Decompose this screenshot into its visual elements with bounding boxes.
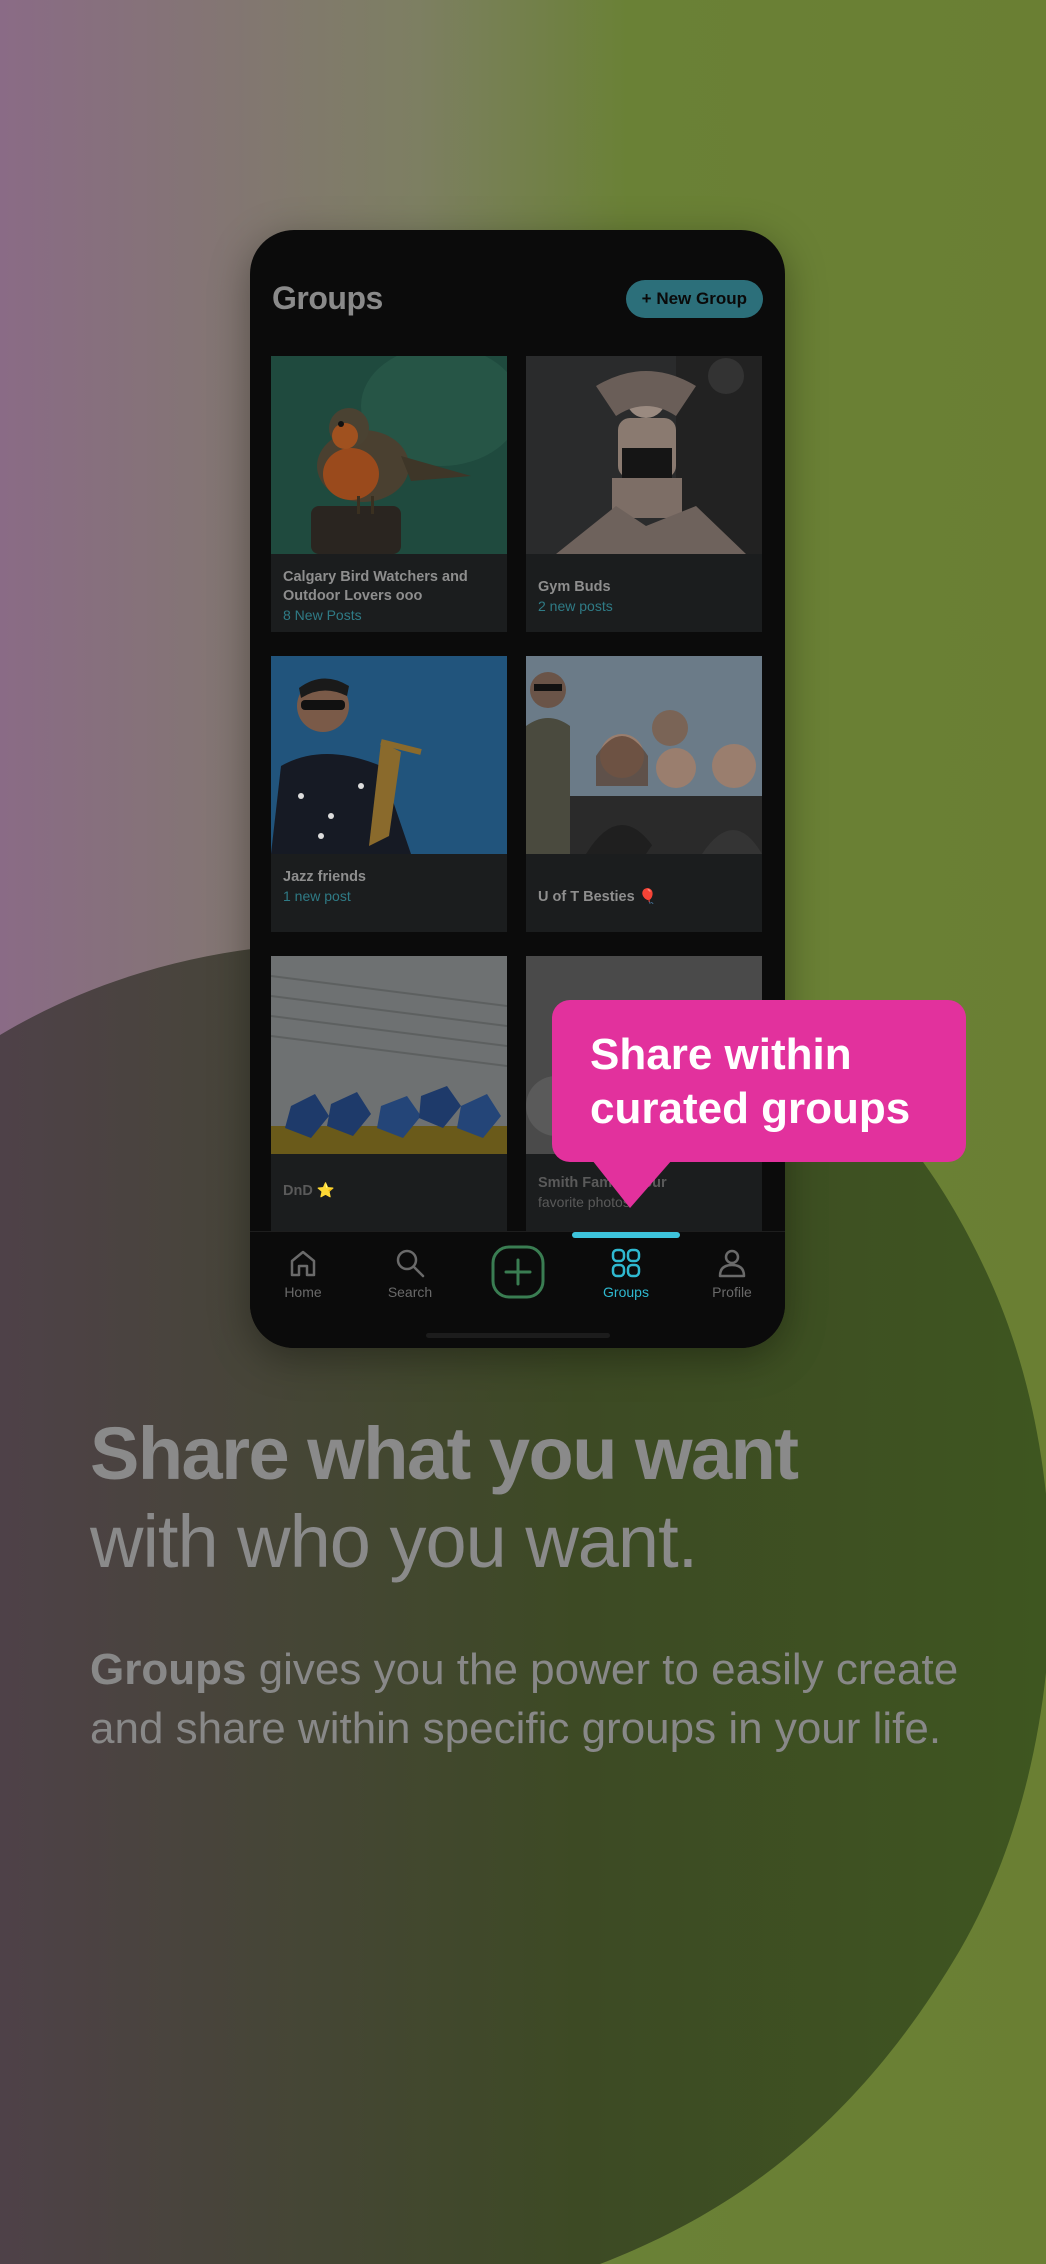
create-post-button[interactable] xyxy=(473,1244,563,1300)
group-name: Calgary Bird Watchers and Outdoor Lovers… xyxy=(283,569,468,604)
tab-search[interactable]: Search xyxy=(365,1246,455,1300)
profile-icon xyxy=(718,1249,746,1278)
tab-profile[interactable]: Profile xyxy=(687,1246,777,1300)
saxophone-player-photo xyxy=(271,656,507,854)
phone-mockup: Groups + New Group Calgary Bird Watchers… xyxy=(250,230,785,1348)
callout-tail xyxy=(592,1160,672,1208)
tab-label: Home xyxy=(284,1284,322,1300)
grid-icon xyxy=(611,1248,641,1278)
callout-bubble: Share within curated groups xyxy=(552,1000,966,1162)
gym-athlete-photo xyxy=(526,356,762,554)
tab-label: Profile xyxy=(712,1284,752,1300)
headline: Share what you want with who you want. xyxy=(90,1410,799,1586)
group-name: U of T Besties 🎈 xyxy=(538,889,657,905)
tab-home[interactable]: Home xyxy=(258,1246,348,1300)
active-tab-indicator xyxy=(572,1232,680,1238)
group-name: Jazz friends xyxy=(283,869,366,885)
home-indicator xyxy=(426,1333,610,1338)
group-post-count: 1 new post xyxy=(283,888,351,904)
group-card[interactable]: Gym Buds 2 new posts xyxy=(526,356,762,632)
body-copy: Groups gives you the power to easily cre… xyxy=(90,1640,970,1758)
new-group-button[interactable]: + New Group xyxy=(625,280,763,318)
group-post-count: 8 New Posts xyxy=(283,607,362,623)
robin-bird-photo xyxy=(271,356,507,554)
group-name: DnD ⭐ xyxy=(283,1183,335,1199)
home-icon xyxy=(290,1250,316,1277)
body-copy-bold: Groups xyxy=(90,1645,247,1694)
group-name: Gym Buds xyxy=(538,579,611,595)
tab-label: Search xyxy=(387,1284,433,1300)
group-card[interactable]: Calgary Bird Watchers and Outdoor Lovers… xyxy=(271,356,507,632)
headline-bold: Share what you want xyxy=(90,1412,799,1495)
dice-and-paper-photo xyxy=(271,956,507,1154)
group-post-count: 2 new posts xyxy=(538,598,613,614)
group-card[interactable]: Jazz friends 1 new post xyxy=(271,656,507,932)
plus-icon xyxy=(491,1245,545,1299)
callout-line-2: curated groups xyxy=(590,1084,911,1133)
tab-groups[interactable]: Groups xyxy=(581,1246,671,1300)
search-icon xyxy=(396,1249,425,1278)
friends-group-photo xyxy=(526,656,762,854)
headline-light: with who you want. xyxy=(90,1500,698,1583)
group-card[interactable]: DnD ⭐ xyxy=(271,956,507,1232)
callout-line-1: Share within xyxy=(590,1030,852,1079)
group-card[interactable]: U of T Besties 🎈 xyxy=(526,656,762,932)
page-title: Groups xyxy=(272,280,383,316)
bottom-tab-bar: Home Search Groups Profile xyxy=(250,1231,785,1348)
tab-label: Groups xyxy=(603,1284,649,1300)
